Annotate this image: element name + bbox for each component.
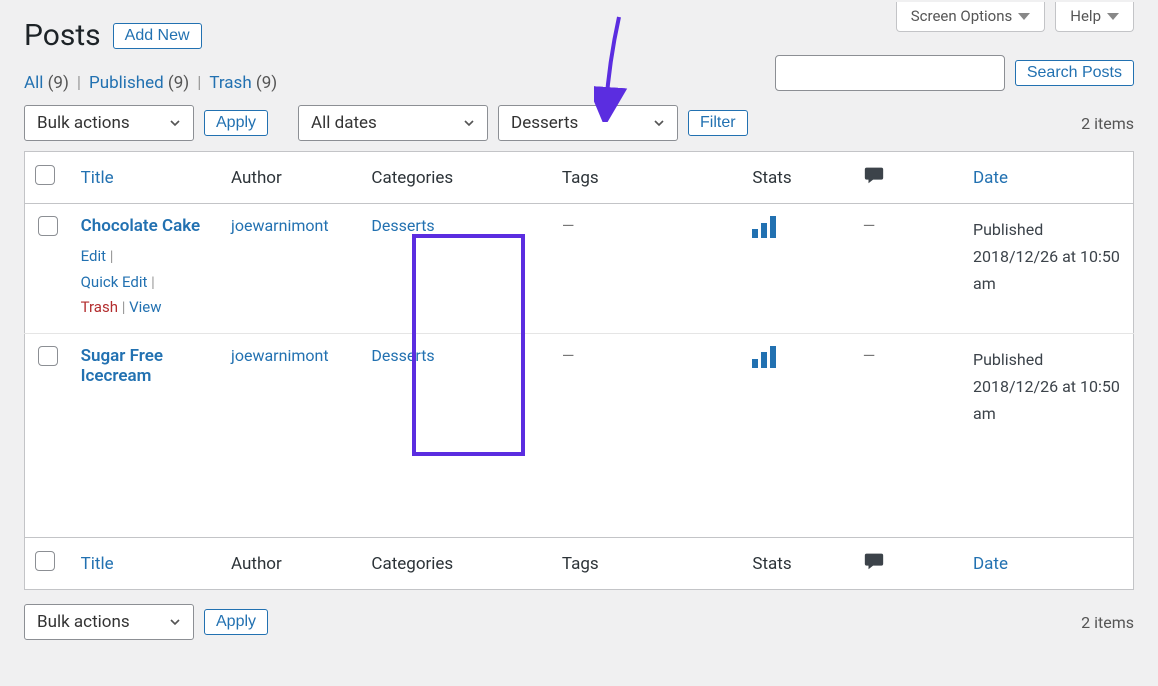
trash-link[interactable]: Trash [81,298,118,316]
page-title: Posts [24,18,101,53]
col-categories: Categories [371,168,453,188]
view-all[interactable]: All [24,73,43,93]
search-posts-button[interactable]: Search Posts [1015,60,1134,86]
col-date[interactable]: Date [973,168,1008,188]
table-row: Sugar Free Icecream joewarnimont Dessert… [25,333,1134,538]
row-actions: Edit | Quick Edit | Trash | View [81,244,211,321]
comments-value: — [863,216,876,235]
date-status: Published [973,220,1043,239]
select-all-checkbox[interactable] [35,165,55,185]
chevron-down-icon [651,115,667,131]
stats-icon[interactable] [752,346,842,368]
tags-value: — [562,346,575,365]
col-stats: Stats [752,554,791,574]
view-published[interactable]: Published [89,73,164,93]
date-status: Published [973,350,1043,369]
select-all-checkbox-bottom[interactable] [35,551,55,571]
posts-table: Title Author Categories Tags Stats Date … [24,151,1134,590]
col-categories: Categories [371,554,453,574]
view-link[interactable]: View [129,298,161,316]
bulk-actions-value: Bulk actions [37,612,130,632]
col-stats: Stats [752,168,791,188]
category-filter-value: Desserts [511,113,578,133]
category-link[interactable]: Desserts [371,216,434,235]
col-tags: Tags [562,554,599,574]
help-button[interactable]: Help [1055,2,1134,32]
col-title[interactable]: Title [81,168,114,188]
stats-icon[interactable] [752,216,842,238]
apply-button[interactable]: Apply [204,110,268,136]
chevron-down-icon [461,115,477,131]
post-title-link[interactable]: Chocolate Cake [81,216,211,236]
caret-down-icon [1107,13,1119,20]
category-filter-select[interactable]: Desserts [498,105,678,141]
view-published-count: (9) [168,73,189,93]
screen-options-label: Screen Options [911,7,1013,25]
date-filter-value: All dates [311,113,377,133]
chevron-down-icon [167,115,183,131]
category-link[interactable]: Desserts [371,346,434,365]
author-link[interactable]: joewarnimont [231,346,329,365]
bulk-actions-select-bottom[interactable]: Bulk actions [24,604,194,640]
col-author: Author [231,168,282,188]
quick-edit-link[interactable]: Quick Edit [81,273,148,291]
row-checkbox[interactable] [38,216,58,236]
comment-icon [863,550,885,572]
bulk-actions-select[interactable]: Bulk actions [24,105,194,141]
bulk-actions-value: Bulk actions [37,113,130,133]
items-count: 2 items [1081,114,1134,133]
author-link[interactable]: joewarnimont [231,216,329,235]
col-title[interactable]: Title [81,554,114,574]
filter-button[interactable]: Filter [688,110,748,136]
apply-button-bottom[interactable]: Apply [204,609,268,635]
date-filter-select[interactable]: All dates [298,105,488,141]
tags-value: — [562,216,575,235]
table-row: Chocolate Cake Edit | Quick Edit | Trash… [25,204,1134,334]
items-count-bottom: 2 items [1081,613,1134,632]
search-input[interactable] [775,55,1005,91]
view-trash[interactable]: Trash [209,73,251,93]
date-value: 2018/12/26 at 10:50 am [973,247,1120,293]
row-checkbox[interactable] [38,346,58,366]
comment-icon [863,164,885,186]
col-author: Author [231,554,282,574]
screen-options-button[interactable]: Screen Options [896,2,1046,32]
view-trash-count: (9) [256,73,277,93]
add-new-button[interactable]: Add New [113,23,202,49]
view-all-count: (9) [48,73,69,93]
date-value: 2018/12/26 at 10:50 am [973,377,1120,423]
chevron-down-icon [167,614,183,630]
col-date[interactable]: Date [973,554,1008,574]
comments-value: — [863,346,876,365]
caret-down-icon [1018,13,1030,20]
col-tags: Tags [562,168,599,188]
edit-link[interactable]: Edit [81,247,106,265]
post-title-link[interactable]: Sugar Free Icecream [81,346,211,386]
help-label: Help [1070,7,1101,25]
